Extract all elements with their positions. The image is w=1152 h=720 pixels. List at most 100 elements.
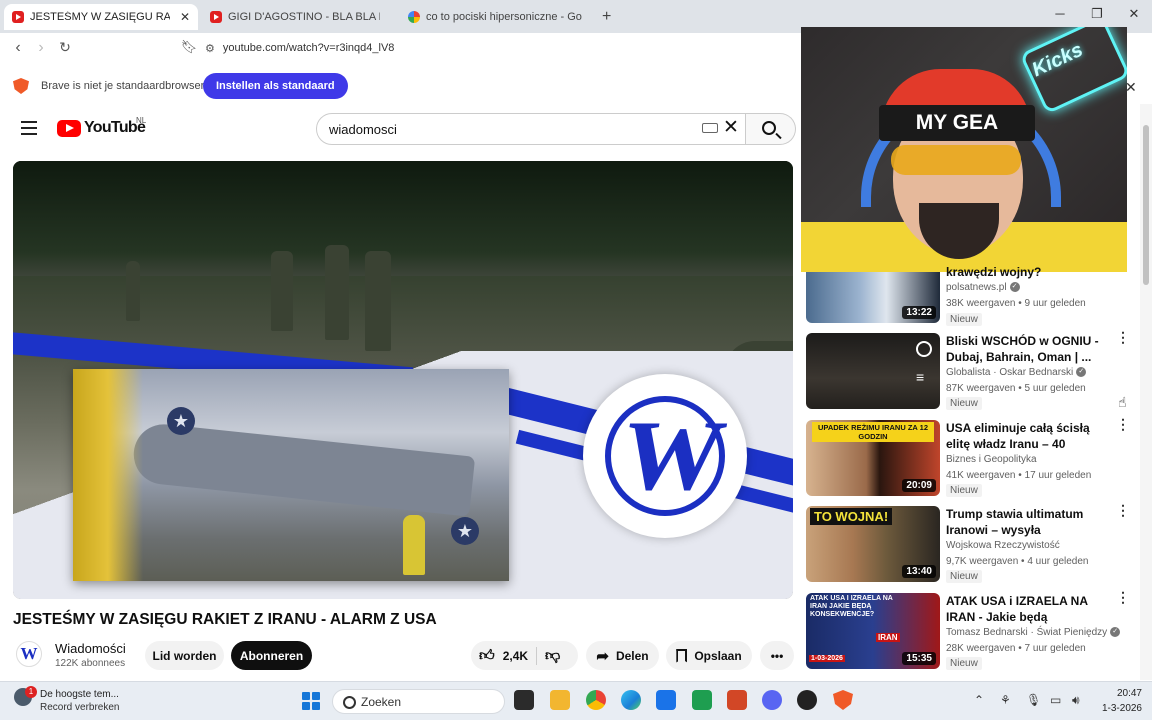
tab-title: JESTEŚMY W ZASIĘGU RAKIET Z (30, 11, 170, 23)
new-tab-button[interactable]: + (594, 4, 618, 30)
close-tab-icon[interactable]: ✕ (180, 10, 190, 24)
clear-search-icon[interactable]: ✕ (723, 116, 739, 139)
notification-title[interactable]: De hoogste tem... (40, 689, 119, 700)
notification-subtitle[interactable]: Record verbreken (40, 702, 119, 713)
recommendation-item[interactable]: 13:22 krawędzi wojny? polsatnews.pl ✓ 38K… (806, 265, 1126, 326)
start-button[interactable] (302, 692, 320, 710)
site-settings-icon[interactable]: ⚙︎ (205, 42, 215, 55)
mouse-cursor-icon: ☝︎ (1118, 394, 1127, 410)
more-options-icon[interactable]: ⋮ (1116, 417, 1130, 438)
search-icon (762, 121, 776, 135)
recommendation-item[interactable]: ≡ Bliski WSCHÓD w OGNIU - Dubaj, Bahrain… (806, 330, 1130, 411)
video-thumbnail[interactable]: ATAK USA I IZRAELA NA IRAN JAKIE BĘDĄ KO… (806, 593, 940, 669)
new-badge: Nieuw (946, 657, 982, 670)
thumbnail-date: 1-03-2026 (809, 655, 845, 662)
pdf-icon[interactable] (727, 690, 747, 710)
microphone-icon[interactable]: 🎙︎ (1026, 693, 1041, 707)
video-thumbnail[interactable]: UPADEK REŻIMU IRANU ZA 12 GODZIN 20:09 (806, 420, 940, 496)
taskbar-search[interactable]: Zoeken (332, 689, 505, 714)
more-options-icon[interactable]: ⋮ (1116, 503, 1130, 524)
video-thumbnail[interactable]: 13:22 (806, 272, 940, 323)
back-icon[interactable]: ‹ (9, 39, 27, 57)
save-button[interactable]: Opslaan (666, 641, 752, 670)
recommendation-item[interactable]: UPADEK REŻIMU IRANU ZA 12 GODZIN 20:09 U… (806, 417, 1130, 498)
subscribe-button[interactable]: Abonneren (231, 641, 312, 670)
address-bar-row: ‹ › ↻ 🔖︎ ⚙︎ youtube.com/watch?v=r3inqd4_… (0, 33, 800, 63)
clock-date[interactable]: 1-3-2026 (1098, 703, 1142, 714)
docs-icon[interactable] (656, 690, 676, 710)
new-badge: Nieuw (946, 484, 982, 497)
channel-avatar[interactable]: W (16, 641, 42, 667)
thumbnail-caption: UPADEK REŻIMU IRANU ZA 12 GODZIN (812, 422, 934, 442)
like-count[interactable]: 2,4K (503, 649, 528, 663)
clock-time[interactable]: 20:47 (1112, 688, 1142, 699)
recommendation-title[interactable]: krawędzi wojny? (946, 264, 1114, 280)
tab-active-video[interactable]: JESTEŚMY W ZASIĘGU RAKIET Z ✕ (4, 4, 198, 30)
recommendation-meta: 87K weergaven • 5 uur geleden (946, 383, 1086, 394)
recommendation-title[interactable]: Trump stawia ultimatum Iranowi – wysyła … (946, 506, 1114, 538)
recommendation-item[interactable]: ATAK USA I IZRAELA NA IRAN JAKIE BĘDĄ KO… (806, 590, 1130, 671)
join-button[interactable]: Lid worden (145, 641, 224, 670)
close-overlay-icon[interactable]: ✕ (1125, 79, 1137, 96)
recommendation-item[interactable]: TO WOJNA! 13:40 Trump stawia ultimatum I… (806, 503, 1130, 584)
volume-icon[interactable]: 🔊︎ (1072, 693, 1080, 708)
search-button[interactable] (746, 113, 796, 145)
more-options-icon[interactable]: ⋮ (1116, 330, 1130, 351)
recommendation-title[interactable]: ATAK USA i IZRAELA NA IRAN - Jakie będą … (946, 593, 1114, 625)
restore-icon[interactable]: ❐ (1087, 6, 1107, 22)
add-to-queue-icon[interactable]: ≡ (916, 369, 924, 385)
tab-title: co to pociski hipersoniczne - Google (426, 11, 582, 23)
set-default-button[interactable]: Instellen als standaard (203, 73, 348, 99)
recommendation-meta: 41K weergaven • 17 uur geleden (946, 470, 1092, 481)
file-explorer-icon[interactable] (550, 690, 570, 710)
sheets-icon[interactable] (692, 690, 712, 710)
chrome-icon[interactable] (586, 690, 606, 710)
url-text: youtube.com/watch?v=r3inqd4_lV8 (222, 42, 395, 54)
discord-icon[interactable] (762, 690, 782, 710)
like-icon[interactable]: 👍︎ (479, 647, 495, 665)
more-options-icon[interactable]: ⋮ (1116, 590, 1130, 611)
channel-text: polsatnews.pl (946, 282, 1007, 293)
recommendation-channel[interactable]: Globalista · Oskar Bednarski ✓ (946, 367, 1087, 378)
reload-icon[interactable]: ↻ (56, 39, 74, 56)
tab-title: GIGI D'AGOSTINO - BLA BLA BLA ( O (228, 11, 380, 23)
youtube-icon (12, 11, 24, 23)
network-icon[interactable]: ⚘ (1000, 693, 1011, 707)
close-window-icon[interactable]: ✕ (1124, 6, 1144, 22)
recommendation-meta: 28K weergaven • 7 uur geleden (946, 643, 1086, 654)
url-field[interactable]: ⚙︎ youtube.com/watch?v=r3inqd4_lV8 (205, 36, 800, 60)
recommendation-title[interactable]: USA eliminuje całą ścisłą elitę władz Ir… (946, 420, 1114, 452)
tray-overflow-icon[interactable]: ⌃ (974, 693, 984, 707)
dislike-icon[interactable]: 👎︎ (545, 647, 560, 665)
youtube-logo[interactable]: YouTube (57, 119, 146, 137)
edge-icon[interactable] (621, 690, 641, 710)
like-dislike-group: 👍︎ 2,4K 👎︎ (471, 641, 578, 670)
bookmark-icon[interactable]: 🔖︎ (180, 39, 198, 55)
video-thumbnail[interactable]: TO WOJNA! 13:40 (806, 506, 940, 582)
minimize-icon[interactable]: ─ (1050, 6, 1070, 21)
video-thumbnail[interactable]: ≡ (806, 333, 940, 409)
tab-gigi[interactable]: GIGI D'AGOSTINO - BLA BLA BLA ( O (202, 4, 394, 30)
scrollbar-thumb[interactable] (1143, 125, 1149, 285)
watch-later-icon[interactable] (916, 341, 932, 357)
keyboard-icon[interactable] (702, 123, 718, 133)
task-view-icon[interactable] (514, 690, 534, 710)
recommendation-channel[interactable]: Wojskowa Rzeczywistość (946, 540, 1060, 551)
recommendation-title[interactable]: Bliski WSCHÓD w OGNIU - Dubaj, Bahrain, … (946, 333, 1114, 365)
obs-icon[interactable] (797, 690, 817, 710)
recommendation-channel[interactable]: polsatnews.pl ✓ (946, 282, 1020, 293)
recommendation-channel[interactable]: Tomasz Bednarski · Świat Pieniędzy ✓ (946, 627, 1121, 638)
tab-google[interactable]: co to pociski hipersoniczne - Google (400, 4, 590, 30)
recommendation-channel[interactable]: Biznes i Geopolityka (946, 454, 1037, 465)
channel-name[interactable]: Wiadomości (55, 641, 126, 656)
forward-icon[interactable]: › (32, 39, 50, 57)
display-icon[interactable]: ▭ (1050, 693, 1061, 707)
video-player[interactable]: ★ ★ W (13, 161, 793, 599)
menu-icon[interactable] (21, 121, 37, 135)
channel-text: Globalista · Oskar Bednarski (946, 367, 1074, 378)
save-icon (676, 648, 688, 663)
duration-badge: 20:09 (902, 479, 936, 492)
search-input[interactable]: wiadomosci (316, 113, 746, 145)
share-button[interactable]: ➦ Delen (586, 641, 659, 670)
more-actions-button[interactable]: ••• (760, 641, 794, 670)
